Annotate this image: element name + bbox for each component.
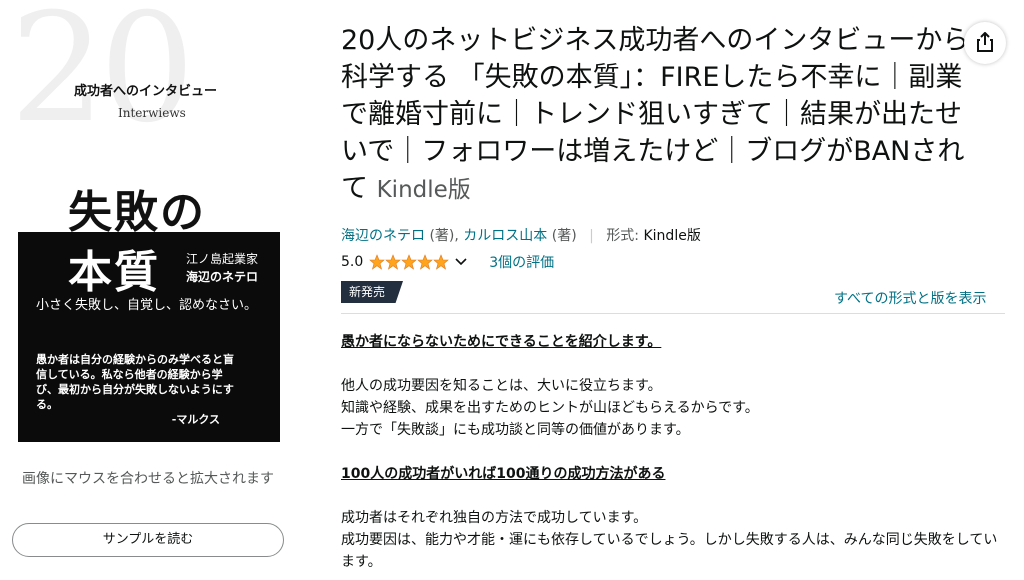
cover-author-name: 海辺のネテロ [186, 270, 259, 284]
cover-title-line2: 本質 [68, 247, 160, 298]
description-paragraph: 知識や経験、成果を出すためのヒントが山ほどもらえるからです。 [341, 400, 759, 416]
description-heading-2: 100人の成功者がいれば100通りの成功方法がある [341, 466, 666, 482]
description-paragraph: 成功要因は、能力や才能・運にも依存しているでしょう。しかし失敗する人は、みんな同… [341, 532, 998, 570]
cover-series-subtitle: Interwiews [118, 106, 186, 120]
description-heading-1: 愚か者にならないためにできることを紹介します。 [341, 334, 662, 350]
ratings-count-link[interactable]: 3個の評価 [489, 252, 554, 272]
author-link-1[interactable]: 海辺のネテロ [341, 228, 425, 244]
star-icon [385, 254, 402, 270]
share-icon [977, 32, 993, 52]
format-value: Kindle版 [643, 228, 701, 244]
star-icon [369, 254, 386, 270]
star-rating[interactable] [369, 254, 450, 270]
rating-score: 5.0 [341, 254, 364, 270]
description-paragraph: 一方で「失敗談」にも成功談と同等の価値があります。 [341, 422, 690, 438]
read-sample-button[interactable]: サンプルを読む [12, 523, 284, 557]
cover-quote-attribution: -マルクス [171, 413, 220, 426]
cover-slogan: 小さく失敗し、自覚し、認めなさい。 [36, 298, 258, 313]
cover-author-role: 江ノ島起業家 [186, 252, 259, 266]
byline: 海辺のネテロ (著), カルロス山本 (著) | 形式: Kindle版 [341, 225, 701, 245]
image-zoom-hint: 画像にマウスを合わせると拡大されます [22, 471, 274, 487]
product-description: 愚か者にならないためにできることを紹介します。 他人の成功要因を知ることは、大い… [341, 331, 1005, 573]
description-paragraph: 成功者はそれぞれ独自の方法で成功しています。 [341, 510, 648, 526]
cover-quote: 愚か者は自分の経験からのみ学べると盲信している。私なら他者の経験から学び、最初か… [36, 352, 236, 427]
author-link-2[interactable]: カルロス山本 [463, 228, 547, 244]
author-role-1: (著) [429, 228, 455, 244]
new-release-badge: 新発売 [341, 281, 403, 303]
star-icon [417, 254, 434, 270]
cover-quote-text: 愚か者は自分の経験からのみ学べると盲信している。私なら他者の経験から学び、最初か… [36, 353, 234, 411]
product-format-tag: Kindle版 [376, 177, 471, 203]
byline-divider: | [589, 228, 594, 244]
book-cover-image[interactable]: 20 成功者へのインタビュー Interwiews 失敗の 本質 江ノ島起業家 … [18, 0, 280, 442]
cover-series-title: 成功者へのインタビュー [74, 84, 218, 99]
star-icon [401, 254, 418, 270]
chevron-down-icon[interactable] [455, 258, 467, 266]
cover-series-number: 20 [18, 0, 195, 156]
format-label: 形式: [606, 228, 640, 244]
section-divider [341, 313, 1005, 314]
author-separator: , [454, 228, 459, 244]
author-role-2: (著) [551, 228, 577, 244]
share-button[interactable] [964, 22, 1006, 64]
cover-title-line1: 失敗の [68, 187, 206, 238]
star-icon [433, 254, 450, 270]
product-title: 20人のネットビジネス成功者へのインタビューから科学する 「失敗の本質」：FIR… [341, 22, 971, 209]
description-paragraph: 他人の成功要因を知ることは、大いに役立ちます。 [341, 378, 662, 394]
rating-row: 5.0 3個の評価 [341, 252, 554, 272]
all-formats-link[interactable]: すべての形式と版を表示 [834, 288, 986, 308]
